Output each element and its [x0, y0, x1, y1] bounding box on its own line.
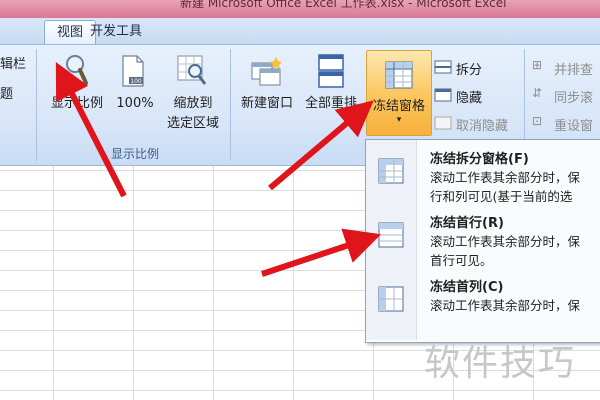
red-arrow-icon	[55, 61, 127, 198]
red-arrow-icon	[261, 228, 382, 277]
red-arrow-icon	[268, 100, 374, 191]
watermark: 软件技巧	[424, 343, 577, 384]
